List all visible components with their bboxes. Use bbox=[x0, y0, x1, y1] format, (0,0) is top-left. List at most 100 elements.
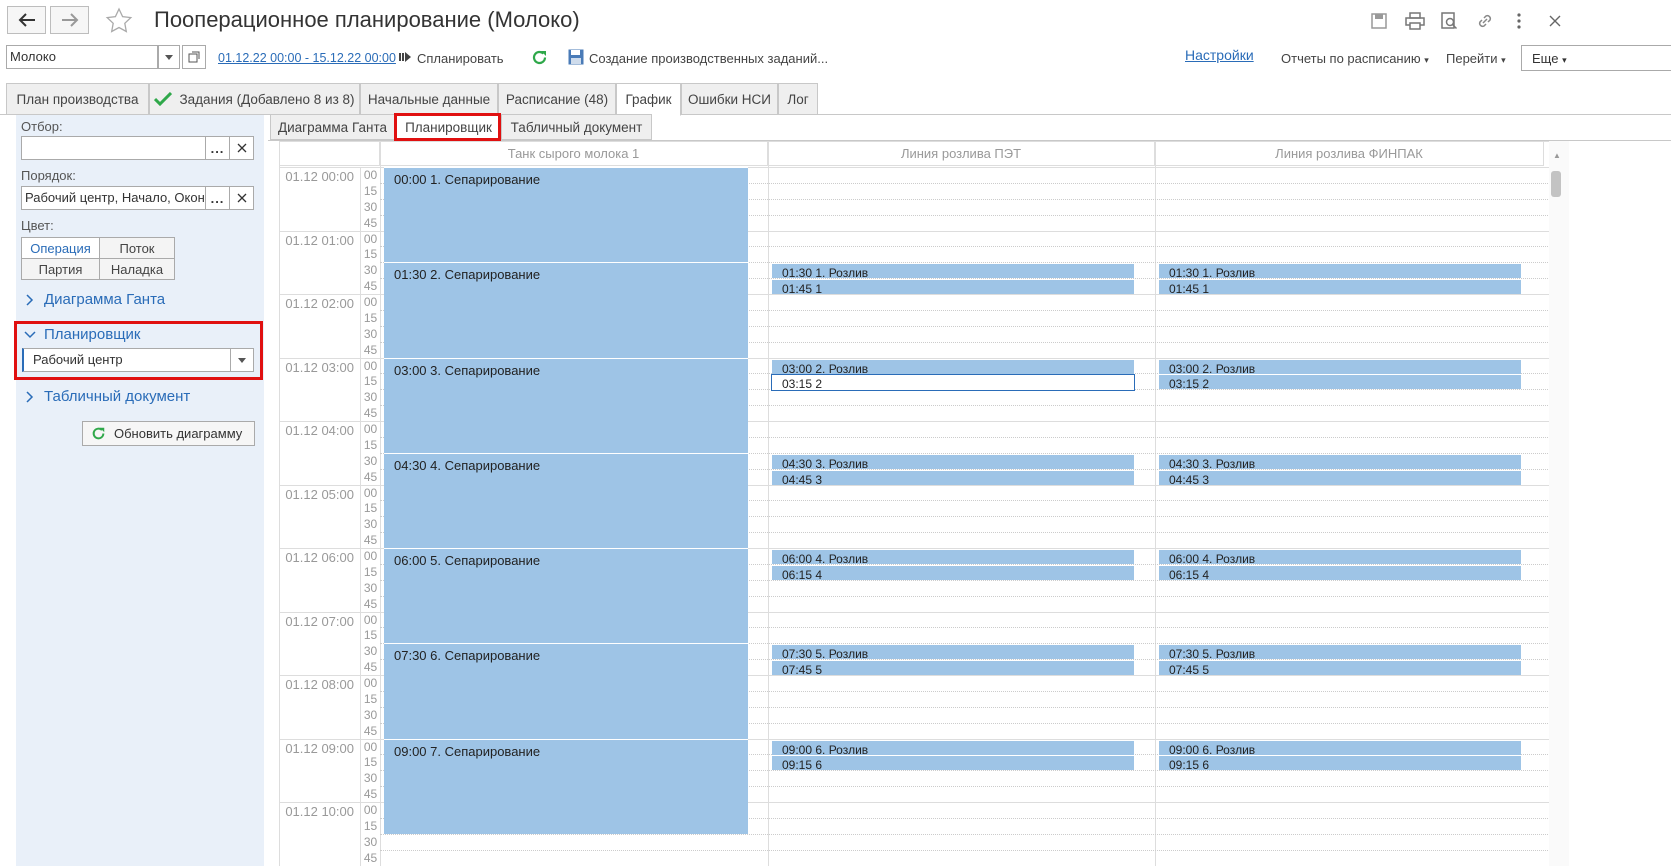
order-choose-button[interactable]: ... bbox=[205, 186, 230, 210]
minute-label: 30 bbox=[360, 326, 380, 343]
header-corner bbox=[280, 142, 380, 166]
pet-filling-block[interactable]: 06:00 4. Розлив bbox=[772, 550, 1134, 564]
filter-label: Отбор: bbox=[21, 119, 63, 134]
minute-label: 45 bbox=[360, 533, 380, 549]
preview-icon[interactable] bbox=[1438, 10, 1460, 32]
tab-tasks[interactable]: Задания (Добавлено 8 из 8) bbox=[149, 83, 360, 115]
more-menu-button[interactable]: Еще ▾ bbox=[1521, 45, 1671, 71]
back-button[interactable] bbox=[7, 6, 46, 34]
finpak-filling-block[interactable]: 03:00 2. Розлив bbox=[1159, 359, 1521, 374]
pet-filling-block[interactable]: 01:30 1. Розлив bbox=[772, 264, 1134, 279]
planner-grid[interactable]: Танк сырого молока 1 Линия розлива ПЭТ Л… bbox=[279, 141, 1549, 866]
product-dropdown-button[interactable] bbox=[158, 45, 180, 69]
ellipsis-icon: ... bbox=[210, 190, 225, 206]
settings-link[interactable]: Настройки bbox=[1185, 47, 1254, 63]
order-input[interactable]: Рабочий центр, Начало, Окон bbox=[21, 186, 206, 210]
forward-button[interactable] bbox=[50, 6, 89, 34]
finpak-filling-block-part[interactable]: 04:45 3 bbox=[1159, 470, 1521, 485]
pet-filling-block-part[interactable]: 09:15 6 bbox=[772, 756, 1134, 771]
vertical-scrollbar[interactable]: ▲ bbox=[1549, 141, 1569, 866]
color-option-setup[interactable]: Наладка bbox=[99, 258, 175, 280]
scrollbar-thumb[interactable] bbox=[1551, 171, 1561, 197]
subtab-planner[interactable]: Планировщик bbox=[396, 114, 501, 140]
pet-filling-block-part[interactable]: 01:45 1 bbox=[772, 280, 1134, 295]
subtab-gantt[interactable]: Диаграмма Ганта bbox=[270, 114, 395, 140]
favorite-star-icon[interactable] bbox=[105, 7, 133, 35]
finpak-filling-block[interactable]: 06:00 4. Розлив bbox=[1159, 550, 1521, 564]
minute-label: 30 bbox=[360, 644, 380, 661]
minute-label: 45 bbox=[360, 596, 380, 613]
planner-grouping-select[interactable]: Рабочий центр bbox=[22, 348, 231, 372]
filter-clear-button[interactable] bbox=[229, 136, 254, 160]
quarter-divider bbox=[380, 849, 1549, 851]
finpak-filling-block-part[interactable]: 07:45 5 bbox=[1159, 661, 1521, 676]
color-option-operation[interactable]: Операция bbox=[21, 237, 100, 259]
filter-choose-button[interactable]: ... bbox=[205, 136, 230, 160]
order-clear-button[interactable] bbox=[229, 186, 254, 210]
separation-block[interactable]: 09:00 7. Сепарирование bbox=[384, 738, 748, 834]
refresh-diagram-button[interactable]: Обновить диаграмму bbox=[82, 421, 255, 446]
tab-production-plan[interactable]: План производства bbox=[6, 83, 149, 115]
pet-filling-block-part[interactable]: 04:45 3 bbox=[772, 470, 1134, 485]
scroll-up-icon[interactable]: ▲ bbox=[1553, 151, 1561, 160]
finpak-filling-block[interactable]: 04:30 3. Розлив bbox=[1159, 454, 1521, 469]
minute-label: 45 bbox=[360, 787, 380, 803]
pet-filling-block[interactable]: 09:00 6. Розлив bbox=[772, 740, 1134, 755]
minute-label: 30 bbox=[360, 263, 380, 280]
separation-block[interactable]: 06:00 5. Сепарирование bbox=[384, 548, 748, 644]
finpak-filling-block[interactable]: 07:30 5. Розлив bbox=[1159, 645, 1521, 660]
separation-block[interactable]: 04:30 4. Сепарирование bbox=[384, 452, 748, 548]
more-vertical-icon[interactable] bbox=[1508, 10, 1530, 32]
minute-label: 00 bbox=[360, 231, 380, 248]
color-option-batch[interactable]: Партия bbox=[21, 258, 100, 280]
group-planner-label: Планировщик bbox=[44, 326, 141, 343]
subtab-table[interactable]: Табличный документ bbox=[501, 114, 652, 140]
create-tasks-button[interactable]: Создание производственных заданий... bbox=[589, 51, 828, 66]
group-table-label: Табличный документ bbox=[44, 388, 191, 405]
planner-grouping-dropdown[interactable] bbox=[230, 348, 254, 372]
separation-block[interactable]: 03:00 3. Сепарирование bbox=[384, 357, 748, 453]
tab-log[interactable]: Лог bbox=[778, 83, 818, 115]
separation-block[interactable]: 00:00 1. Сепарирование bbox=[384, 167, 748, 263]
minute-label: 15 bbox=[360, 374, 380, 391]
refresh-icon[interactable] bbox=[531, 49, 548, 66]
tab-chart[interactable]: График bbox=[616, 83, 681, 116]
pet-filling-block-part[interactable]: 03:15 2 bbox=[771, 374, 1135, 392]
goto-menu[interactable]: Перейти ▾ bbox=[1446, 51, 1506, 66]
separation-block[interactable]: 07:30 6. Сепарирование bbox=[384, 643, 748, 739]
group-table-toggle[interactable]: Табличный документ bbox=[26, 388, 190, 405]
group-planner-toggle[interactable]: Планировщик bbox=[24, 326, 140, 343]
close-icon[interactable] bbox=[1544, 10, 1566, 32]
finpak-filling-block-part[interactable]: 01:45 1 bbox=[1159, 280, 1521, 295]
minute-label: 45 bbox=[360, 406, 380, 422]
separation-block[interactable]: 01:30 2. Сепарирование bbox=[384, 262, 748, 358]
finpak-filling-block-part[interactable]: 03:15 2 bbox=[1159, 375, 1521, 390]
plan-button[interactable]: Спланировать bbox=[417, 51, 504, 66]
tab-initial-data[interactable]: Начальные данные bbox=[360, 83, 498, 115]
finpak-filling-block-part[interactable]: 06:15 4 bbox=[1159, 565, 1521, 580]
pet-filling-block[interactable]: 03:00 2. Розлив bbox=[772, 359, 1134, 374]
group-gantt-label: Диаграмма Ганта bbox=[44, 291, 166, 308]
period-link[interactable]: 01.12.22 00:00 - 15.12.22 00:00 bbox=[218, 51, 396, 65]
column-header-finpak-line: Линия розлива ФИНПАК bbox=[1155, 142, 1544, 166]
open-product-button[interactable] bbox=[182, 45, 206, 69]
arrow-right-icon bbox=[61, 13, 78, 27]
tab-nsi-errors[interactable]: Ошибки НСИ bbox=[681, 83, 778, 115]
filter-input[interactable] bbox=[21, 136, 206, 160]
product-select[interactable]: Молоко bbox=[6, 45, 158, 69]
finpak-filling-block-part[interactable]: 09:15 6 bbox=[1159, 756, 1521, 771]
print-icon[interactable] bbox=[1404, 10, 1426, 32]
tab-schedule[interactable]: Расписание (48) bbox=[498, 83, 616, 115]
reports-menu[interactable]: Отчеты по расписанию ▾ bbox=[1281, 51, 1429, 66]
color-option-flow[interactable]: Поток bbox=[99, 237, 175, 259]
pet-filling-block[interactable]: 07:30 5. Розлив bbox=[772, 645, 1134, 660]
pet-filling-block[interactable]: 04:30 3. Розлив bbox=[772, 454, 1134, 469]
group-gantt-toggle[interactable]: Диаграмма Ганта bbox=[26, 291, 165, 308]
pet-filling-block-part[interactable]: 07:45 5 bbox=[772, 661, 1134, 676]
pet-filling-block-part[interactable]: 06:15 4 bbox=[772, 565, 1134, 580]
refresh-icon bbox=[92, 427, 105, 440]
finpak-filling-block[interactable]: 01:30 1. Розлив bbox=[1159, 264, 1521, 279]
link-icon[interactable] bbox=[1474, 10, 1496, 32]
save-icon[interactable] bbox=[1368, 10, 1390, 32]
finpak-filling-block[interactable]: 09:00 6. Розлив bbox=[1159, 740, 1521, 755]
